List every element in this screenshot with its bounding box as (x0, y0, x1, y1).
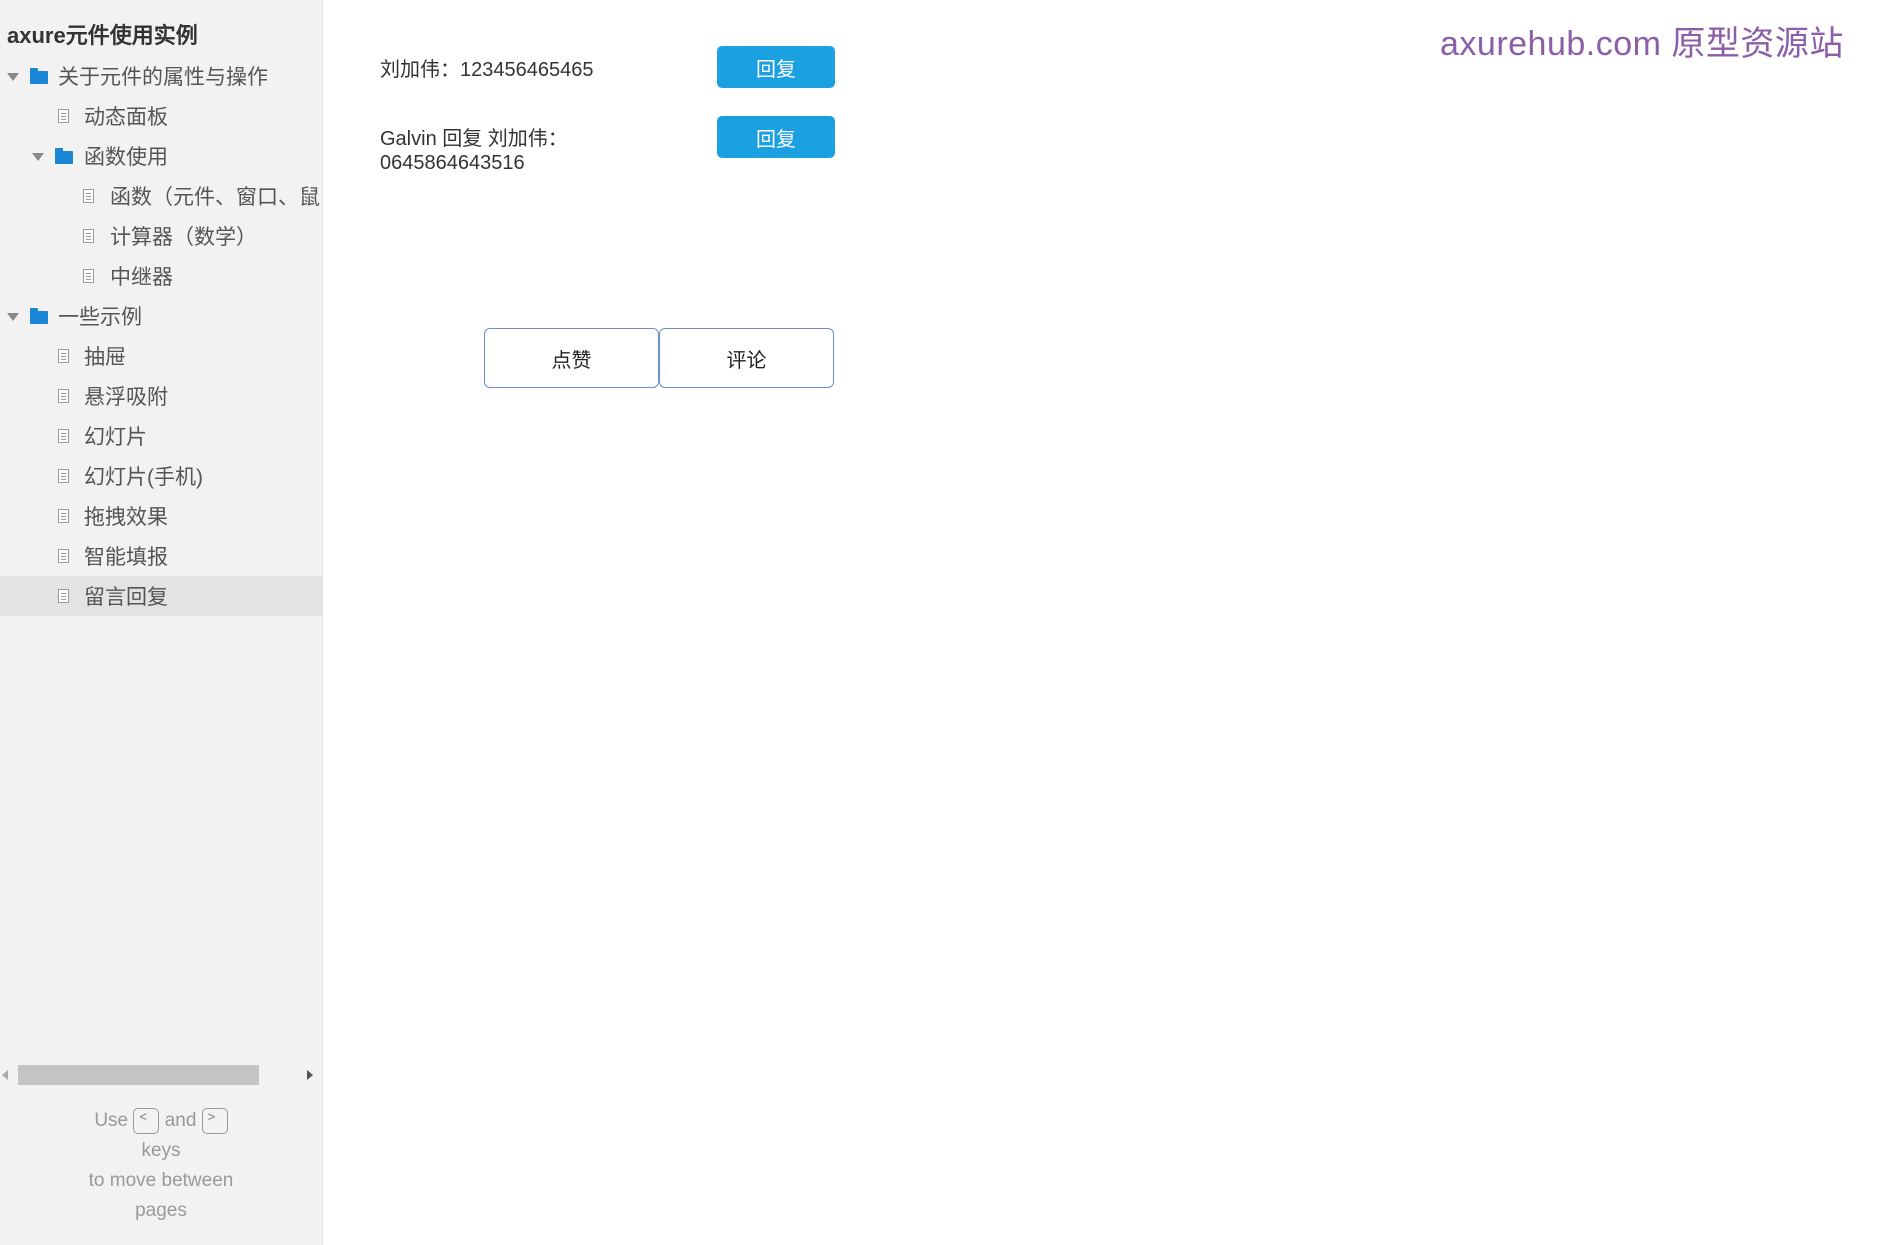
tree-item-smart-form[interactable]: 智能填报 (0, 536, 322, 576)
comment-text: 刘加伟：123456465465 (380, 59, 594, 81)
scroll-right-icon[interactable] (307, 1070, 313, 1080)
tree-folder-examples[interactable]: 一些示例 (0, 296, 322, 336)
sidebar: axure元件使用实例 关于元件的属性与操作 动态面板 函数使用 函数（元件、窗… (0, 0, 323, 1245)
help-keys: keys (141, 1140, 181, 1161)
tree-folder-properties[interactable]: 关于元件的属性与操作 (0, 56, 322, 96)
folder-icon (55, 148, 73, 164)
next-key-icon: > (201, 1107, 228, 1134)
horizontal-scrollbar[interactable] (0, 1064, 322, 1086)
collapse-arrow-icon[interactable] (7, 313, 19, 321)
like-button[interactable]: 点赞 (484, 328, 659, 388)
tree-item-label: 计算器（数学） (110, 226, 257, 249)
sidebar-title: axure元件使用实例 (7, 23, 198, 48)
tree-item-function-widgets[interactable]: 函数（元件、窗口、鼠 (0, 176, 322, 216)
tree-item-label: 抽屉 (84, 346, 126, 369)
tree-item-dynamic-panel[interactable]: 动态面板 (0, 96, 322, 136)
tree-item-repeater[interactable]: 中继器 (0, 256, 322, 296)
tree-item-label: 幻灯片(手机) (84, 466, 203, 489)
tree-item-calculator[interactable]: 计算器（数学） (0, 216, 322, 256)
help-line3: pages (135, 1200, 187, 1221)
page-icon (58, 549, 69, 563)
tree-item-label: 中继器 (110, 266, 173, 289)
tree-item-label: 函数（元件、窗口、鼠 (110, 186, 320, 209)
tree-item-drawer[interactable]: 抽屉 (0, 336, 322, 376)
keyboard-help: Use < and > keys to move between pages (0, 1106, 322, 1226)
tree-item-label: 一些示例 (58, 306, 142, 329)
folder-icon (30, 68, 48, 84)
tree-item-label: 动态面板 (84, 106, 168, 129)
tree-item-label: 拖拽效果 (84, 506, 168, 529)
scrollbar-thumb[interactable] (18, 1065, 259, 1085)
tree-item-floating-snap[interactable]: 悬浮吸附 (0, 376, 322, 416)
help-use: Use (94, 1110, 129, 1131)
page-icon (58, 349, 69, 363)
prev-key-icon: < (133, 1107, 160, 1134)
page-icon (58, 389, 69, 403)
page-icon (58, 109, 69, 123)
page-icon (83, 269, 94, 283)
tree-item-label: 悬浮吸附 (84, 386, 168, 409)
tree-item-slideshow[interactable]: 幻灯片 (0, 416, 322, 456)
tree-item-comment-reply[interactable]: 留言回复 (0, 576, 322, 616)
tree-item-label: 关于元件的属性与操作 (58, 66, 268, 89)
comment-button[interactable]: 评论 (659, 328, 834, 388)
scroll-left-icon[interactable] (2, 1070, 8, 1080)
reply-button[interactable]: 回复 (717, 116, 835, 158)
tree-item-drag-effect[interactable]: 拖拽效果 (0, 496, 322, 536)
page-icon (58, 509, 69, 523)
collapse-arrow-icon[interactable] (7, 73, 19, 81)
page-icon (58, 589, 69, 603)
collapse-arrow-icon[interactable] (32, 153, 44, 161)
folder-icon (30, 308, 48, 324)
help-line2: to move between (88, 1170, 234, 1191)
tree-item-label: 留言回复 (84, 586, 168, 609)
tree-item-label: 智能填报 (84, 546, 168, 569)
reply-text: Galvin 回复 刘加伟： 0645864643516 (380, 128, 568, 174)
page-icon (58, 429, 69, 443)
page-tree: 关于元件的属性与操作 动态面板 函数使用 函数（元件、窗口、鼠 计算器（数学） … (0, 56, 322, 616)
help-and: and (164, 1110, 197, 1131)
page-icon (58, 469, 69, 483)
watermark: axurehub.com 原型资源站 (1440, 25, 1844, 63)
page-icon (83, 189, 94, 203)
tree-item-label: 幻灯片 (84, 426, 147, 449)
tree-item-label: 函数使用 (84, 146, 168, 169)
tree-item-slideshow-mobile[interactable]: 幻灯片(手机) (0, 456, 322, 496)
tree-folder-functions[interactable]: 函数使用 (0, 136, 322, 176)
page-icon (83, 229, 94, 243)
reply-button[interactable]: 回复 (717, 46, 835, 88)
